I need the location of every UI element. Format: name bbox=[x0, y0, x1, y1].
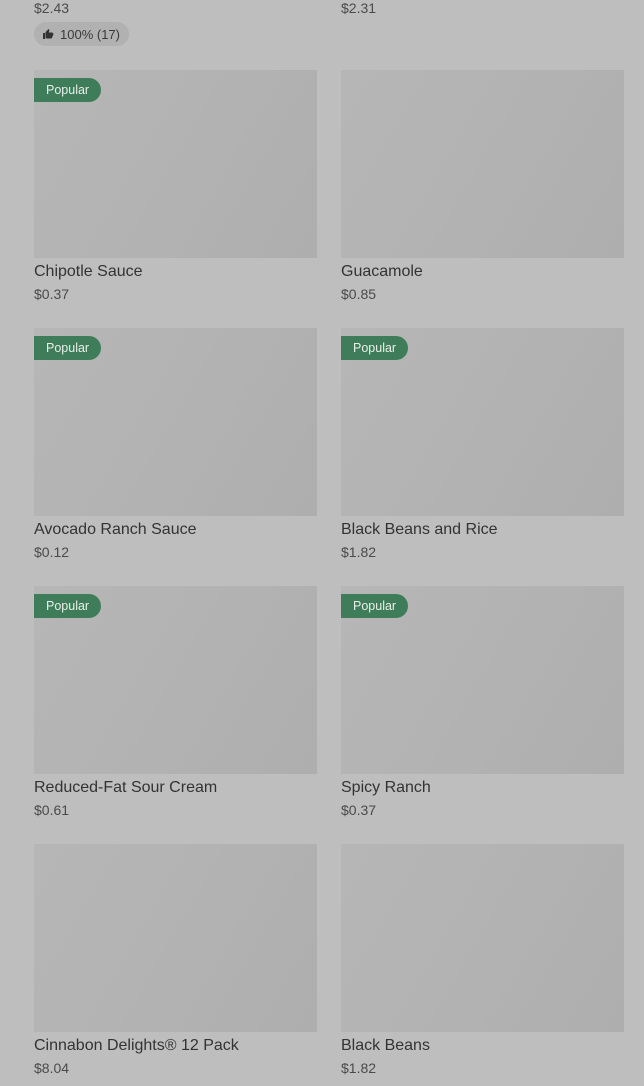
menu-item-card[interactable]: Popular Black Beans and Rice $1.82 bbox=[341, 328, 624, 560]
item-name: Black Beans and Rice bbox=[341, 521, 498, 538]
item-name: Guacamole bbox=[341, 263, 423, 280]
item-price: $2.31 bbox=[341, 0, 377, 16]
item-image bbox=[341, 844, 624, 1032]
item-image bbox=[34, 844, 317, 1032]
item-price: $0.37 bbox=[341, 802, 377, 818]
item-name: Spicy Ranch bbox=[341, 779, 431, 796]
menu-item-card[interactable]: Cinnabon Delights® 12 Pack $8.04 bbox=[34, 844, 317, 1076]
menu-item-card[interactable]: Guacamole $0.85 bbox=[341, 70, 624, 302]
item-name: Black Beans bbox=[341, 1037, 430, 1054]
popular-badge: Popular bbox=[34, 594, 102, 618]
item-name: Avocado Ranch Sauce bbox=[34, 521, 197, 538]
rating-text: 100% (17) bbox=[60, 26, 120, 42]
thumbs-up-icon bbox=[42, 28, 54, 40]
item-price: $0.61 bbox=[34, 802, 70, 818]
popular-badge: Popular bbox=[34, 78, 102, 102]
popular-badge: Popular bbox=[34, 336, 102, 360]
menu-item-grid: Popular Chipotle Sauce $0.37 Guacamole $… bbox=[34, 70, 624, 1076]
popular-badge: Popular bbox=[341, 336, 409, 360]
popular-badge: Popular bbox=[341, 594, 409, 618]
menu-item-card[interactable]: Popular Reduced-Fat Sour Cream $0.61 bbox=[34, 586, 317, 818]
item-name: Cinnabon Delights® 12 Pack bbox=[34, 1037, 239, 1054]
item-price: $0.37 bbox=[34, 286, 70, 302]
item-price: $8.04 bbox=[34, 1060, 70, 1076]
previous-items-row: $2.43 $2.31 100% (17) bbox=[0, 0, 644, 50]
menu-item-card[interactable]: Popular Avocado Ranch Sauce $0.12 bbox=[34, 328, 317, 560]
item-price: $1.82 bbox=[341, 1060, 377, 1076]
item-price: $0.12 bbox=[34, 544, 70, 560]
menu-item-card[interactable]: Popular Chipotle Sauce $0.37 bbox=[34, 70, 317, 302]
item-price: $1.82 bbox=[341, 544, 377, 560]
rating-badge: 100% (17) bbox=[34, 22, 129, 46]
menu-item-card[interactable]: Black Beans $1.82 bbox=[341, 844, 624, 1076]
item-name: Chipotle Sauce bbox=[34, 263, 143, 280]
item-price: $0.85 bbox=[341, 286, 377, 302]
item-image bbox=[341, 70, 624, 258]
menu-item-card[interactable]: Popular Spicy Ranch $0.37 bbox=[341, 586, 624, 818]
item-price: $2.43 bbox=[34, 0, 70, 16]
item-name: Reduced-Fat Sour Cream bbox=[34, 779, 218, 796]
